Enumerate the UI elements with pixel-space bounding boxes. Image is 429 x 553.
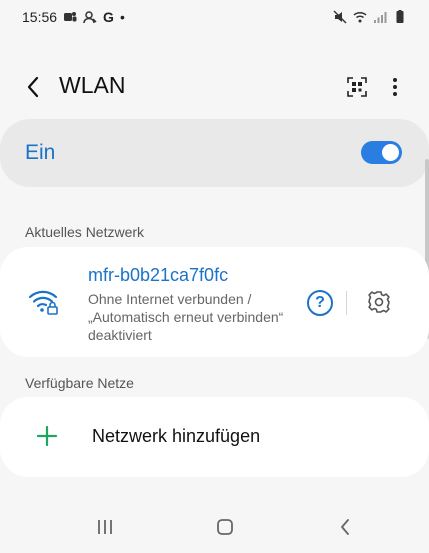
google-icon: G: [103, 9, 114, 25]
master-switch-label: Ein: [25, 141, 56, 164]
system-nav-bar: [0, 505, 429, 553]
wlan-master-switch-row[interactable]: Ein: [0, 119, 429, 187]
back-icon[interactable]: [333, 515, 357, 539]
teams-icon: [63, 10, 77, 24]
recents-icon[interactable]: [93, 515, 117, 539]
status-bar: 15:56 G •: [0, 0, 429, 34]
help-icon[interactable]: ?: [307, 290, 333, 316]
status-left: 15:56 G •: [22, 9, 125, 25]
qr-scan-icon[interactable]: [346, 76, 368, 98]
plus-icon: [36, 425, 58, 447]
app-bar: WLAN: [0, 62, 429, 110]
section-header-current: Aktuelles Netzwerk: [25, 224, 145, 240]
add-network-label: Netzwerk hinzufügen: [92, 426, 261, 446]
divider: [346, 291, 347, 315]
more-vert-icon[interactable]: [385, 74, 405, 100]
wifi-lock-icon: [28, 286, 60, 316]
wlan-toggle[interactable]: [361, 141, 402, 164]
status-right: [333, 10, 407, 24]
wifi-icon: [353, 10, 367, 24]
back-arrow-icon[interactable]: [20, 74, 46, 100]
notification-dot: •: [119, 9, 125, 25]
section-header-available: Verfügbare Netze: [25, 375, 134, 391]
toggle-knob: [382, 144, 399, 161]
signal-icon: [373, 10, 387, 24]
battery-icon: [393, 10, 407, 24]
current-network-card[interactable]: mfr-b0b21ca7f0fc Ohne Internet verbunden…: [0, 247, 429, 357]
settings-gear-icon[interactable]: [366, 289, 392, 315]
mute-icon: [333, 10, 347, 24]
add-network-card[interactable]: Netzwerk hinzufügen: [0, 397, 429, 477]
page-title: WLAN: [59, 72, 126, 98]
home-icon[interactable]: [213, 515, 237, 539]
account-icon: [83, 10, 97, 24]
network-status: Ohne Internet verbunden / „Automatisch e…: [88, 291, 284, 343]
status-time: 15:56: [22, 9, 58, 25]
network-ssid: mfr-b0b21ca7f0fc: [88, 265, 229, 285]
